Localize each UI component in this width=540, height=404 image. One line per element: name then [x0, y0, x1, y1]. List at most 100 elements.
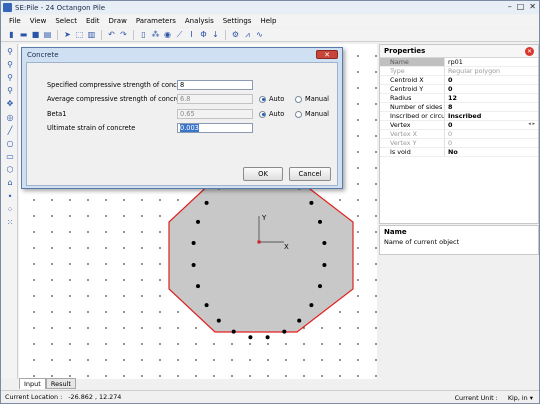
vertex-spinner-icon[interactable]: ◂ ▸: [528, 121, 535, 127]
zoom-window-icon[interactable]: ⚲: [5, 73, 15, 83]
beta1-input[interactable]: 0.65: [177, 109, 253, 119]
graph-icon[interactable]: ∿: [255, 30, 264, 39]
prop-row-is-void[interactable]: Is void No: [380, 148, 538, 157]
point-icon[interactable]: ◎: [5, 113, 15, 123]
prop-value[interactable]: 0: [444, 76, 538, 84]
fcr-manual-radio[interactable]: Manual: [295, 94, 329, 104]
prop-value[interactable]: 0: [444, 85, 538, 93]
select-window-icon[interactable]: ⬚: [75, 30, 84, 39]
pile-dot[interactable]: [297, 318, 302, 323]
load-icon[interactable]: ◉: [163, 30, 172, 39]
custom-shape-icon[interactable]: ⌂: [5, 178, 15, 188]
prop-row-centroid-y[interactable]: Centroid Y 0: [380, 85, 538, 94]
pile-dot[interactable]: [322, 241, 327, 245]
zoom-in-icon[interactable]: ⚲: [5, 47, 15, 57]
prop-row-radius[interactable]: Radius 12: [380, 94, 538, 103]
pile-dot[interactable]: [282, 329, 287, 334]
menu-parameters[interactable]: Parameters: [136, 17, 176, 25]
pile-dot[interactable]: [196, 284, 200, 289]
pile-dot[interactable]: [309, 200, 314, 205]
minimize-icon[interactable]: –: [508, 2, 512, 11]
toolbar: ▮ ▬ ■ ▤ ➤ ⬚ ▥ ↶ ↷ ▯ ⁂ ◉ ⟋ Ι Φ ↓ ⚙ ⩘ ∿: [1, 28, 539, 42]
polygon-icon[interactable]: ⬡: [5, 165, 15, 175]
tab-input[interactable]: Input: [19, 378, 46, 389]
menu-edit[interactable]: Edit: [86, 17, 100, 25]
dialog-close-icon[interactable]: ✕: [316, 50, 338, 59]
pile-dot[interactable]: [309, 303, 314, 308]
toolbar-separator: [57, 29, 58, 40]
menu-help[interactable]: Help: [260, 17, 276, 25]
pile-dot[interactable]: [265, 335, 270, 340]
cancel-button[interactable]: Cancel: [289, 167, 331, 181]
ok-button[interactable]: OK: [243, 167, 283, 181]
chart-icon[interactable]: ⩘: [243, 30, 252, 39]
rect-pile-array-icon[interactable]: ⁙: [5, 218, 15, 228]
circular-pile-array-icon[interactable]: ⁘: [5, 205, 15, 215]
undo-icon[interactable]: ↶: [107, 30, 116, 39]
rectangle-icon[interactable]: ▭: [5, 152, 15, 162]
pile-dot[interactable]: [231, 329, 236, 334]
unit-select[interactable]: Kip, in ▾: [508, 394, 533, 402]
beta1-manual-radio[interactable]: Manual: [295, 109, 329, 119]
prop-value: Regular polygon: [444, 67, 538, 75]
maximize-icon[interactable]: □: [517, 2, 525, 11]
pile-dot[interactable]: [216, 318, 221, 323]
menu-file[interactable]: File: [9, 17, 21, 25]
menu-analysis[interactable]: Analysis: [185, 17, 214, 25]
prop-value[interactable]: Inscribed: [444, 112, 538, 120]
fcr-auto-radio[interactable]: Auto: [259, 94, 284, 104]
strain-input[interactable]: 0.003: [177, 123, 253, 133]
menu-draw[interactable]: Draw: [109, 17, 127, 25]
pile-dot[interactable]: [191, 241, 196, 245]
section-icon[interactable]: ▯: [139, 30, 148, 39]
pile-dot[interactable]: [322, 263, 327, 267]
pan-icon[interactable]: ✥: [5, 99, 15, 109]
prop-value[interactable]: No: [444, 148, 538, 156]
pile-dot[interactable]: [204, 303, 209, 308]
prop-row-vertex[interactable]: Vertex 0 ◂ ▸: [380, 121, 538, 130]
line-icon[interactable]: ╱: [5, 126, 15, 136]
open-folder-icon[interactable]: ▬: [19, 30, 28, 39]
select-arrow-icon[interactable]: ➤: [63, 30, 72, 39]
prop-row-centroid-x[interactable]: Centroid X 0: [380, 76, 538, 85]
pile-dot[interactable]: [248, 335, 253, 340]
pile-dot[interactable]: [204, 200, 209, 205]
arrow-down-icon[interactable]: ↓: [211, 30, 220, 39]
menu-settings[interactable]: Settings: [223, 17, 252, 25]
fcr-input[interactable]: 6.8: [177, 94, 253, 104]
run-analysis-icon[interactable]: ⚙: [231, 30, 240, 39]
dimension-icon[interactable]: Ι: [187, 30, 196, 39]
pile-dot[interactable]: [318, 284, 322, 289]
phi-icon[interactable]: Φ: [199, 30, 208, 39]
line-tool-icon[interactable]: ⟋: [175, 30, 184, 39]
menu-view[interactable]: View: [30, 17, 47, 25]
properties-close-icon[interactable]: ✕: [525, 47, 534, 56]
pile-dot[interactable]: [191, 263, 196, 267]
tab-result[interactable]: Result: [45, 378, 76, 389]
prop-value[interactable]: 12: [444, 94, 538, 102]
prop-row-name[interactable]: Name rp01: [380, 58, 538, 67]
menu-select[interactable]: Select: [55, 17, 77, 25]
prop-value[interactable]: 8: [444, 103, 538, 111]
octagon-section[interactable]: [168, 178, 354, 333]
print-icon[interactable]: ▤: [43, 30, 52, 39]
delete-icon[interactable]: ▥: [87, 30, 96, 39]
pile-group-icon[interactable]: ⁂: [151, 30, 160, 39]
redo-icon[interactable]: ↷: [119, 30, 128, 39]
prop-row-vertex-y: Vertex Y 0: [380, 139, 538, 148]
pile-dot[interactable]: [196, 219, 200, 224]
prop-value[interactable]: rp01: [444, 58, 538, 66]
fc-input[interactable]: 8: [177, 80, 253, 90]
circle-icon[interactable]: ○: [5, 139, 15, 149]
zoom-fit-icon[interactable]: ⚲: [5, 86, 15, 96]
new-file-icon[interactable]: ▮: [7, 30, 16, 39]
close-icon[interactable]: ✕: [529, 2, 536, 11]
pile-dot[interactable]: [318, 219, 322, 224]
zoom-out-icon[interactable]: ⚲: [5, 60, 15, 70]
prop-row-inscribed[interactable]: Inscribed or circumsc Inscribed: [380, 112, 538, 121]
beta1-auto-radio[interactable]: Auto: [259, 109, 284, 119]
single-pile-icon[interactable]: •: [5, 192, 15, 202]
prop-row-sides[interactable]: Number of sides 8: [380, 103, 538, 112]
prop-value[interactable]: 0 ◂ ▸: [444, 121, 538, 129]
save-icon[interactable]: ■: [31, 30, 40, 39]
